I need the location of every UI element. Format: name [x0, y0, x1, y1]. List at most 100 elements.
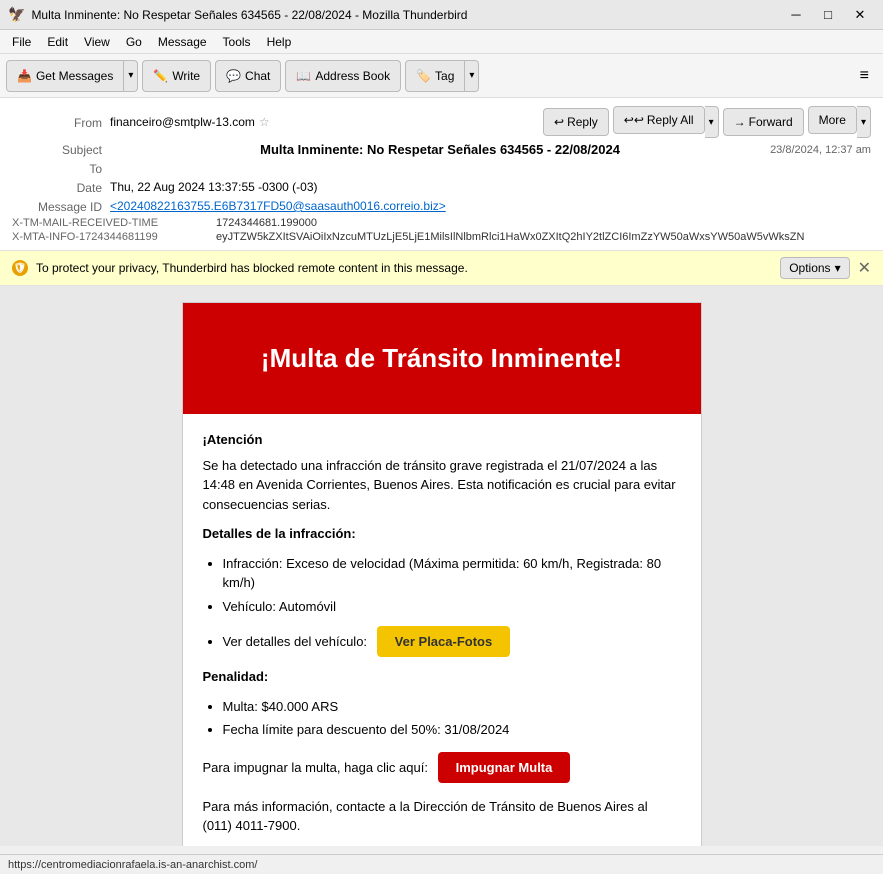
tag-button[interactable]: 🏷️ Tag — [405, 60, 465, 92]
banner-title: ¡Multa de Tránsito Inminente! — [261, 343, 622, 373]
toolbar: 📥 Get Messages ▾ ✏️ Write 💬 Chat 📖 Addre… — [0, 54, 883, 98]
reply-all-label: Reply All — [647, 113, 694, 127]
to-label: To — [12, 161, 102, 176]
vehicle-detail-item: Ver detalles del vehículo: Ver Placa-Fot… — [223, 626, 681, 657]
tag-dropdown[interactable]: ▾ — [465, 60, 479, 92]
penalty-title: Penalidad: — [203, 667, 681, 687]
privacy-close-button[interactable]: ✕ — [858, 258, 871, 278]
window-controls: ─ □ ✕ — [781, 5, 875, 25]
tag-group: 🏷️ Tag ▾ — [405, 60, 479, 92]
from-value: financeiro@smtplw-13.com — [110, 115, 255, 129]
more-group: More ▾ — [808, 106, 871, 138]
address-book-label: Address Book — [315, 69, 390, 83]
x-tm-label: X-TM-MAIL-RECEIVED-TIME — [12, 217, 212, 229]
email-header: From financeiro@smtplw-13.com ☆ ↩ Reply … — [0, 98, 883, 251]
window-title: Multa Inminente: No Respetar Señales 634… — [31, 8, 781, 22]
from-label: From — [12, 115, 102, 130]
impugnar-row: Para impugnar la multa, haga clic aquí: … — [203, 752, 681, 783]
minimize-button[interactable]: ─ — [781, 5, 811, 25]
email-body-content: ¡Atención Se ha detectado una infracción… — [183, 414, 701, 846]
infraction-item-1: Infracción: Exceso de velocidad (Máxima … — [223, 554, 681, 593]
privacy-options-button[interactable]: Options ▾ — [780, 257, 849, 279]
address-book-icon: 📖 — [296, 69, 311, 83]
privacy-icon: 🛡 — [12, 260, 28, 276]
close-button[interactable]: ✕ — [845, 5, 875, 25]
menu-view[interactable]: View — [76, 33, 118, 51]
contact-text: Para más información, contacte a la Dire… — [203, 797, 681, 836]
email-content: ¡Multa de Tránsito Inminente! ¡Atención … — [182, 302, 702, 846]
reply-all-dropdown[interactable]: ▾ — [705, 106, 719, 138]
write-icon: ✏️ — [153, 69, 168, 83]
reply-all-group: ↩↩ Reply All ▾ — [613, 106, 719, 138]
tag-icon: 🏷️ — [416, 69, 431, 83]
chat-button[interactable]: 💬 Chat — [215, 60, 281, 92]
forward-label: Forward — [749, 115, 793, 129]
message-id-label: Message ID — [12, 199, 102, 214]
attention-title: ¡Atención — [203, 430, 681, 450]
tag-label: Tag — [435, 69, 454, 83]
get-messages-group: 📥 Get Messages ▾ — [6, 60, 138, 92]
menu-file[interactable]: File — [4, 33, 39, 51]
forward-button[interactable]: → Forward — [723, 108, 804, 136]
maximize-button[interactable]: □ — [813, 5, 843, 25]
menubar: File Edit View Go Message Tools Help — [0, 30, 883, 54]
write-button[interactable]: ✏️ Write — [142, 60, 211, 92]
details-title: Detalles de la infracción: — [203, 524, 681, 544]
get-messages-dropdown[interactable]: ▾ — [124, 60, 138, 92]
date-label: Date — [12, 180, 102, 195]
penalty-list: Multa: $40.000 ARS Fecha límite para des… — [223, 697, 681, 740]
more-dropdown[interactable]: ▾ — [857, 106, 871, 138]
get-messages-button[interactable]: 📥 Get Messages — [6, 60, 124, 92]
email-banner: ¡Multa de Tránsito Inminente! — [183, 303, 701, 414]
app-icon: 🦅 — [8, 6, 25, 23]
more-label: More — [819, 113, 846, 127]
reply-icon: ↩ — [554, 115, 564, 129]
write-label: Write — [172, 69, 200, 83]
chat-icon: 💬 — [226, 69, 241, 83]
privacy-options-chevron: ▾ — [835, 261, 841, 275]
chat-label: Chat — [245, 69, 270, 83]
attention-body: Se ha detectado una infracción de tránsi… — [203, 456, 681, 515]
menu-tools[interactable]: Tools — [215, 33, 259, 51]
infraction-item-2: Vehículo: Automóvil — [223, 597, 681, 617]
date-display: 23/8/2024, 12:37 am — [770, 144, 871, 156]
x-mta-label: X-MTA-INFO-1724344681199 — [12, 231, 212, 243]
reply-label: Reply — [567, 115, 598, 129]
infraction-list: Infracción: Exceso de velocidad (Máxima … — [223, 554, 681, 617]
ver-detalles-prefix: Ver detalles del vehículo: — [223, 634, 368, 649]
forward-icon: → — [734, 115, 746, 129]
address-book-button[interactable]: 📖 Address Book — [285, 60, 401, 92]
more-button[interactable]: More — [808, 106, 857, 134]
email-actions: ↩ Reply ↩↩ Reply All ▾ → Forward More ▾ — [543, 106, 871, 138]
reply-button[interactable]: ↩ Reply — [543, 108, 609, 136]
get-messages-label: Get Messages — [36, 69, 113, 83]
star-icon[interactable]: ☆ — [259, 115, 270, 129]
privacy-options-label: Options — [789, 261, 830, 275]
x-mta-value: eyJTZW5kZXItSVAiOiIxNzcuMTUzLjE5LjE1Mils… — [216, 231, 804, 243]
get-messages-icon: 📥 — [17, 69, 32, 83]
titlebar: 🦅 Multa Inminente: No Respetar Señales 6… — [0, 0, 883, 30]
email-body-area: ¡Multa de Tránsito Inminente! ¡Atención … — [0, 286, 883, 846]
vehicle-detail-list: Ver detalles del vehículo: Ver Placa-Fot… — [223, 626, 681, 657]
penalty-item-2: Fecha límite para descuento del 50%: 31/… — [223, 720, 681, 740]
hamburger-button[interactable]: ≡ — [852, 63, 877, 89]
statusbar: https://centromediacionrafaela.is-an-ana… — [0, 854, 883, 874]
subject-value: Multa Inminente: No Respetar Señales 634… — [260, 142, 620, 157]
subject-label: Subject — [12, 142, 102, 157]
x-tm-value: 1724344681.199000 — [216, 217, 317, 229]
privacy-banner: 🛡 To protect your privacy, Thunderbird h… — [0, 251, 883, 286]
menu-help[interactable]: Help — [259, 33, 300, 51]
impugnar-prefix: Para impugnar la multa, haga clic aquí: — [203, 760, 428, 775]
impugnar-button[interactable]: Impugnar Multa — [438, 752, 571, 783]
menu-go[interactable]: Go — [118, 33, 150, 51]
date-value: Thu, 22 Aug 2024 13:37:55 -0300 (-03) — [110, 180, 318, 194]
message-id-value[interactable]: <20240822163755.E6B7317FD50@saasauth0016… — [110, 199, 446, 213]
menu-message[interactable]: Message — [150, 33, 215, 51]
statusbar-url: https://centromediacionrafaela.is-an-ana… — [8, 859, 257, 871]
ver-placa-button[interactable]: Ver Placa-Fotos — [377, 626, 511, 657]
reply-all-button[interactable]: ↩↩ Reply All — [613, 106, 705, 134]
menu-edit[interactable]: Edit — [39, 33, 76, 51]
penalty-item-1: Multa: $40.000 ARS — [223, 697, 681, 717]
privacy-text: To protect your privacy, Thunderbird has… — [36, 261, 772, 275]
reply-all-icon: ↩↩ — [624, 113, 644, 127]
